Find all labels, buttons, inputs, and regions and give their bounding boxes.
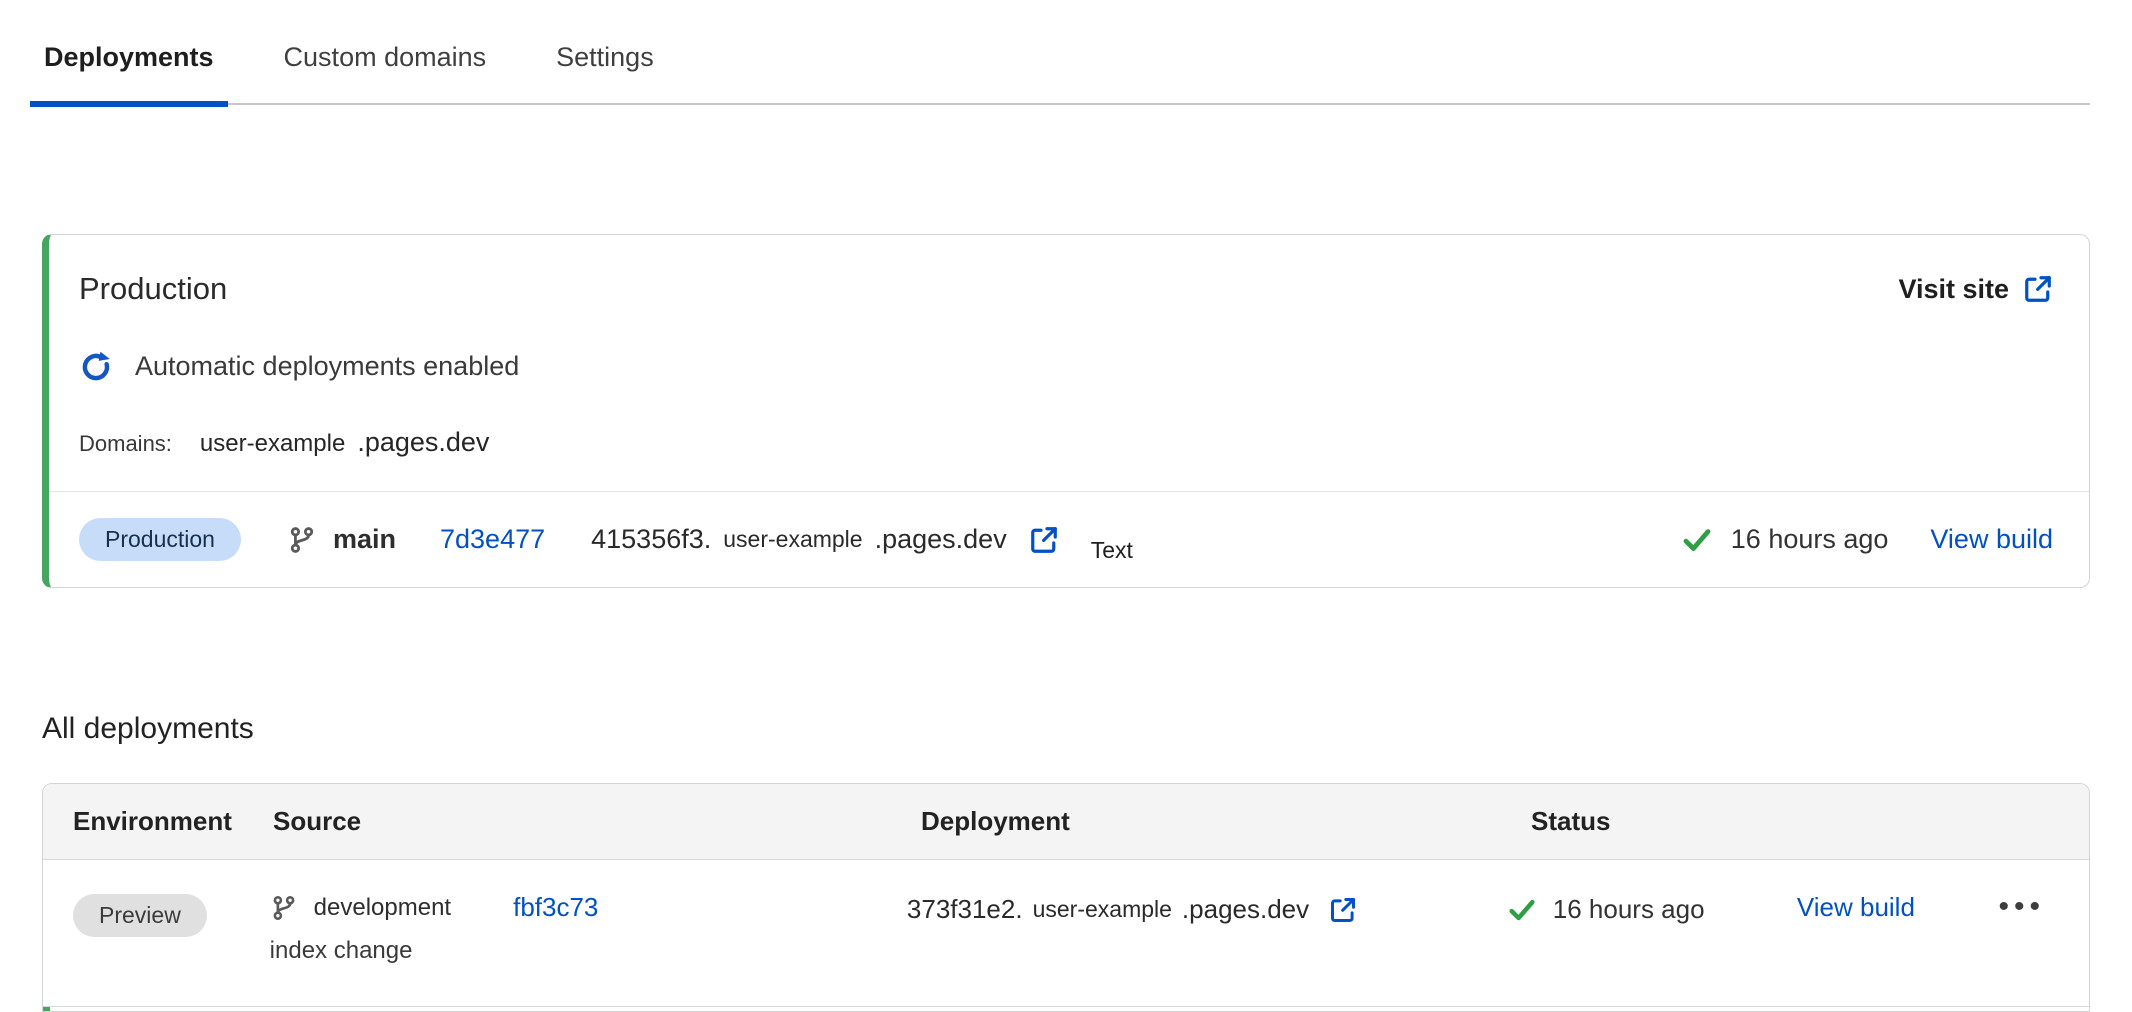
url-name: user-example: [723, 526, 862, 553]
view-build-link[interactable]: View build: [1930, 524, 2053, 555]
domain-suffix: .pages.dev: [357, 427, 489, 458]
production-title: Production: [79, 271, 227, 307]
commit-sha-link[interactable]: 7d3e477: [440, 524, 545, 555]
visit-site-label: Visit site: [1898, 274, 2009, 305]
external-link-icon: [1029, 525, 1059, 555]
branch-group: main: [287, 524, 396, 555]
auto-deployments-text: Automatic deployments enabled: [135, 351, 519, 382]
deployment-url[interactable]: 373f31e2. user-example .pages.dev: [907, 894, 1507, 925]
url-prefix: 415356f3.: [591, 524, 711, 555]
external-link-icon: [1329, 896, 1357, 924]
all-deployments-title: All deployments: [42, 712, 254, 746]
environment-badge: Preview: [73, 894, 207, 937]
tab-settings[interactable]: Settings: [554, 26, 656, 103]
deploy-time: 16 hours ago: [1731, 524, 1889, 555]
production-deployment-row: Production main 7d3e477 415356f3. user-e…: [49, 491, 2089, 587]
view-build-link[interactable]: View build: [1797, 892, 1915, 922]
status-group: 16 hours ago View build: [1681, 524, 2053, 556]
check-icon: [1507, 895, 1537, 925]
text-annotation: Text: [1091, 537, 1133, 564]
tab-deployments[interactable]: Deployments: [42, 26, 216, 103]
domains-row: Domains: user-example .pages.dev: [79, 427, 2089, 458]
col-status: Status: [1531, 806, 1826, 837]
url-suffix: .pages.dev: [1182, 894, 1309, 925]
domain-value: user-example .pages.dev: [200, 427, 490, 458]
url-name: user-example: [1033, 896, 1172, 923]
branch-name: main: [333, 524, 396, 555]
row-menu-icon[interactable]: •••: [1998, 890, 2045, 923]
deployment-url[interactable]: 415356f3. user-example .pages.dev: [591, 524, 1059, 555]
url-prefix: 373f31e2.: [907, 894, 1023, 925]
deployments-table: Environment Source Deployment Status Pre…: [42, 783, 2090, 1012]
table-row: Preview development fbf3c73: [43, 860, 2089, 1007]
refresh-icon: [79, 349, 113, 383]
col-deployment: Deployment: [921, 806, 1531, 837]
table-header: Environment Source Deployment Status: [43, 784, 2089, 860]
status-group: 16 hours ago: [1507, 894, 1797, 925]
tab-custom-domains[interactable]: Custom domains: [282, 26, 489, 103]
branch-name: development: [314, 894, 451, 922]
deployments-page: Deployments Custom domains Settings Prod…: [0, 0, 2132, 1012]
col-source: Source: [273, 806, 921, 837]
url-suffix: .pages.dev: [875, 524, 1007, 555]
col-environment: Environment: [43, 806, 273, 837]
next-row-green-border: [43, 1007, 2089, 1012]
commit-sha-link[interactable]: fbf3c73: [513, 892, 598, 923]
production-card: Production Visit site Automa: [42, 234, 2090, 588]
source-line: development fbf3c73: [270, 892, 907, 923]
production-card-header: Production Visit site: [79, 271, 2053, 307]
auto-deployments-row: Automatic deployments enabled: [79, 349, 2089, 383]
external-link-icon: [2023, 274, 2053, 304]
tab-bar: Deployments Custom domains Settings: [42, 26, 2090, 105]
check-icon: [1681, 524, 1713, 556]
visit-site-link[interactable]: Visit site: [1898, 274, 2053, 305]
git-branch-icon: [287, 525, 317, 555]
domains-label: Domains:: [79, 431, 172, 457]
commit-message: index change: [270, 937, 907, 965]
git-branch-icon: [270, 894, 298, 922]
deploy-time: 16 hours ago: [1553, 894, 1705, 925]
domain-name: user-example: [200, 430, 345, 458]
environment-badge: Production: [79, 518, 241, 561]
